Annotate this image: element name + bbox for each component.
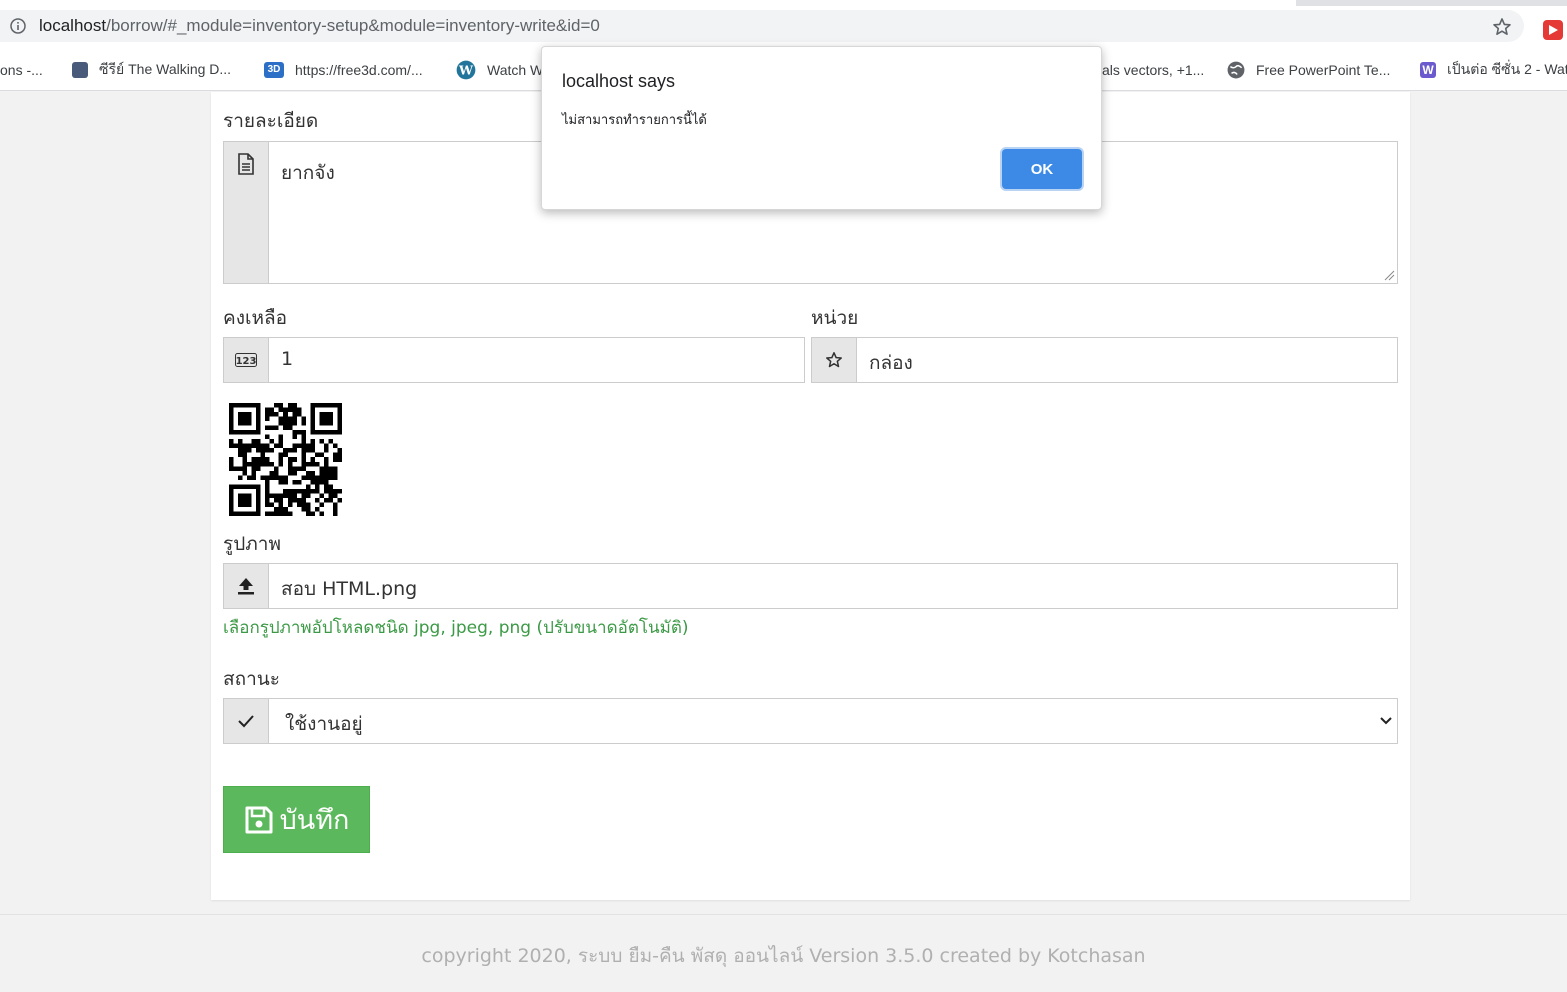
picture-help-text: เลือกรูปภาพอัปโหลดชนิด jpg, jpeg, png (ป… bbox=[223, 618, 689, 638]
detail-addon bbox=[224, 142, 269, 283]
bookmark-label: https://free3d.com/... bbox=[295, 62, 423, 78]
stock-label: คงเหลือ bbox=[223, 307, 288, 329]
stock-value: 1 bbox=[281, 348, 294, 370]
qr-code-image bbox=[229, 403, 342, 516]
picture-addon bbox=[224, 564, 269, 608]
status-select[interactable]: ใช้งานอยู่ bbox=[223, 698, 1398, 744]
bookmark-star-icon[interactable] bbox=[1492, 17, 1512, 37]
url-path: /borrow/#_module=inventory-setup&module=… bbox=[106, 16, 600, 35]
picture-file-input[interactable]: สอบ HTML.png bbox=[223, 563, 1398, 609]
bookmark-label: Watch W bbox=[487, 62, 544, 78]
extension-icon[interactable] bbox=[1543, 20, 1563, 40]
bookmark-label: ons -... bbox=[0, 62, 43, 78]
bookmark-label: als vectors, +1... bbox=[1102, 62, 1205, 78]
info-icon[interactable] bbox=[10, 18, 26, 34]
save-button-label: บันทึก bbox=[279, 805, 350, 836]
status-label: สถานะ bbox=[223, 668, 280, 690]
star-icon bbox=[826, 352, 842, 368]
dialog-title: localhost says bbox=[562, 71, 676, 91]
address-bar[interactable]: localhost/borrow/#_module=inventory-setu… bbox=[0, 10, 1524, 42]
bookmark-item[interactable]: W เป็นต่อ ซีซั่น 2 - Wat bbox=[1420, 60, 1567, 80]
url-host: localhost bbox=[39, 16, 107, 35]
bookmark-item[interactable]: ซีรีย์ The Walking D... bbox=[72, 60, 231, 80]
save-button[interactable]: บันทึก bbox=[223, 786, 370, 853]
globe-icon bbox=[1227, 61, 1245, 79]
stock-input[interactable]: 123 1 bbox=[223, 337, 805, 383]
detail-value: ยากจัง bbox=[281, 162, 335, 184]
bookmark-label: เป็นต่อ ซีซั่น 2 - Wat bbox=[1447, 61, 1567, 77]
status-value: ใช้งานอยู่ bbox=[285, 713, 363, 735]
bookmark-item[interactable]: W Watch W bbox=[456, 60, 543, 80]
bookmark-item[interactable]: 3D https://free3d.com/... bbox=[264, 60, 423, 80]
picture-value: สอบ HTML.png bbox=[281, 578, 418, 600]
dialog-ok-button[interactable]: OK bbox=[1002, 149, 1082, 189]
dialog-message: ไม่สามารถทำรายการนี้ได้ bbox=[562, 113, 707, 128]
bookmark-label: Free PowerPoint Te... bbox=[1256, 62, 1391, 78]
alert-dialog: localhost says ไม่สามารถทำรายการนี้ได้ O… bbox=[541, 46, 1102, 210]
number-icon: 123 bbox=[235, 353, 257, 367]
w-icon: W bbox=[1420, 62, 1436, 78]
unit-input[interactable]: กล่อง bbox=[811, 337, 1398, 383]
svg-text:123: 123 bbox=[236, 356, 257, 367]
floppy-disk-icon bbox=[245, 806, 273, 833]
bookmark-label: ซีรีย์ The Walking D... bbox=[99, 61, 232, 77]
footer-copyright: copyright 2020, ระบบ ยืม-คืน พัสดุ ออนไล… bbox=[421, 945, 1146, 967]
resize-handle-icon[interactable] bbox=[1383, 269, 1395, 281]
unit-addon bbox=[812, 338, 857, 382]
url-text[interactable]: localhost/borrow/#_module=inventory-setu… bbox=[39, 16, 600, 36]
chevron-down-icon bbox=[1380, 717, 1392, 725]
wordpress-icon: W bbox=[456, 60, 476, 80]
bookmark-item[interactable]: ons -... bbox=[0, 60, 43, 80]
status-addon bbox=[224, 699, 269, 743]
bookmark-item[interactable]: Free PowerPoint Te... bbox=[1227, 60, 1390, 80]
detail-label: รายละเอียด bbox=[223, 110, 319, 132]
stock-addon: 123 bbox=[224, 338, 269, 382]
upload-icon bbox=[238, 578, 254, 595]
check-icon bbox=[238, 715, 254, 728]
document-icon bbox=[238, 153, 254, 175]
page-footer: copyright 2020, ระบบ ยืม-คืน พัสดุ ออนไล… bbox=[0, 914, 1567, 992]
film-icon bbox=[72, 62, 88, 78]
bookmark-item[interactable]: als vectors, +1... bbox=[1102, 60, 1204, 80]
unit-label: หน่วย bbox=[811, 307, 859, 329]
svg-text:W: W bbox=[458, 62, 474, 77]
picture-label: รูปภาพ bbox=[223, 533, 281, 555]
unit-value: กล่อง bbox=[869, 352, 913, 374]
free3d-icon: 3D bbox=[264, 62, 284, 78]
browser-toolbar: localhost/borrow/#_module=inventory-setu… bbox=[0, 6, 1567, 50]
